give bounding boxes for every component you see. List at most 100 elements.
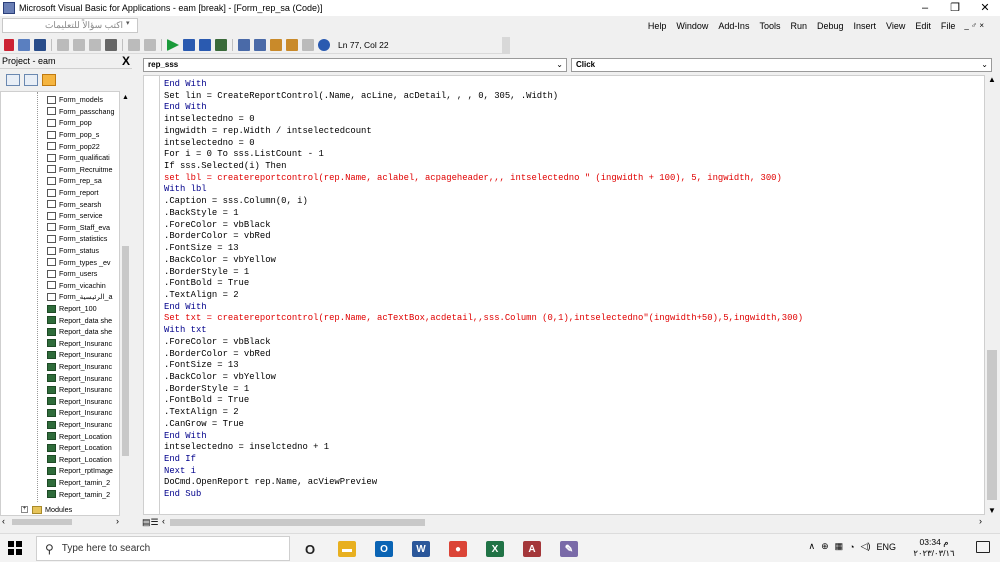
tree-item-form[interactable]: Form_الرئيسية_a [47, 291, 113, 303]
notification-icon[interactable] [976, 541, 990, 553]
tree-item-form[interactable]: Form_status [47, 245, 99, 257]
tree-folder-modules[interactable]: + Modules [21, 505, 72, 514]
file-explorer-taskbar-button[interactable]: ▬ [333, 538, 361, 560]
help-icon[interactable] [318, 39, 330, 51]
object-combo[interactable]: rep_sss ⌄ [143, 58, 567, 72]
copy-icon[interactable] [73, 39, 85, 51]
paste-icon[interactable] [89, 39, 101, 51]
reset-icon[interactable] [199, 39, 211, 51]
scroll-left-icon[interactable]: ‹ [2, 516, 5, 526]
menu-file[interactable]: File [936, 19, 961, 33]
tree-item-report[interactable]: Report_Location [47, 430, 112, 442]
undo-icon[interactable] [128, 39, 140, 51]
find-icon[interactable] [105, 39, 117, 51]
menu-debug[interactable]: Debug [812, 19, 849, 33]
volume-icon[interactable]: ◁) [861, 541, 871, 552]
break-icon[interactable] [183, 39, 195, 51]
scroll-up-icon[interactable]: ▲ [988, 75, 996, 84]
scrollbar-thumb[interactable] [170, 519, 425, 526]
project-tree-vertical-scrollbar[interactable]: ▲ [120, 91, 131, 516]
tree-item-form[interactable]: Form_Staff_eva [47, 222, 110, 234]
chevron-down-icon[interactable]: ⌄ [981, 59, 988, 71]
tree-item-report[interactable]: Report_Insuranc [47, 396, 112, 408]
tree-item-report[interactable]: Report_100 [47, 303, 97, 315]
chevron-down-icon[interactable]: ⌄ [556, 59, 563, 71]
scroll-right-icon[interactable]: › [116, 516, 119, 526]
tree-item-form[interactable]: Form_searsh [47, 198, 101, 210]
tree-item-form[interactable]: Form_users [47, 268, 97, 280]
ask-question-input[interactable]: اكتب سؤالاً للتعليمات [2, 18, 138, 33]
toolbar-options-icon[interactable] [302, 39, 314, 51]
toggle-folders-icon[interactable] [42, 74, 56, 86]
tree-item-form[interactable]: Form_report [47, 187, 99, 199]
view-access-icon[interactable] [4, 39, 14, 51]
tree-item-report[interactable]: Report_data she [47, 326, 112, 338]
tree-item-form[interactable]: Form_pop22 [47, 140, 100, 152]
menu-insert[interactable]: Insert [849, 19, 882, 33]
word-taskbar-button[interactable]: W [407, 538, 435, 560]
scrollbar-thumb[interactable] [122, 246, 129, 456]
object-browser-icon[interactable] [270, 39, 282, 51]
menu-tools[interactable]: Tools [754, 19, 785, 33]
code-editor[interactable]: End With Set lin = CreateReportControl(.N… [143, 75, 985, 515]
scroll-up-icon[interactable]: ▲ [122, 94, 129, 101]
tree-item-report[interactable]: Report_Insuranc [47, 361, 112, 373]
tree-item-report[interactable]: Report_Insuranc [47, 419, 112, 431]
tree-item-report[interactable]: Report_Location [47, 442, 112, 454]
language-indicator[interactable]: ENG [876, 542, 896, 552]
tree-item-report[interactable]: Report_tamin_2 [47, 477, 110, 489]
excel-taskbar-button[interactable]: X [481, 538, 509, 560]
network-icon[interactable]: ▦ [835, 541, 844, 552]
tree-item-report[interactable]: Report_tamin_2 [47, 488, 110, 500]
tree-item-report[interactable]: Report_Insuranc [47, 338, 112, 350]
tree-item-report[interactable]: Report_rptImage [47, 465, 113, 477]
view-object-icon[interactable] [24, 74, 38, 86]
tree-item-form[interactable]: Form_Recruitme [47, 164, 113, 176]
redo-icon[interactable] [144, 39, 156, 51]
wifi-icon[interactable]: ◔ [849, 542, 854, 552]
code-vertical-scrollbar[interactable]: ▲ ▼ [985, 75, 999, 515]
taskbar-clock[interactable]: 03:34 م ٢٠٢٣/٠٣/١٦ [904, 537, 964, 559]
close-button[interactable]: ✕ [970, 0, 1000, 16]
properties-window-icon[interactable] [254, 39, 266, 51]
menu-addins[interactable]: Add-Ins [713, 19, 754, 33]
code-horizontal-scrollbar[interactable]: ▤☰ ‹ › [140, 516, 1000, 529]
project-explorer-icon[interactable] [238, 39, 250, 51]
tree-item-form[interactable]: Form_pop [47, 117, 92, 129]
tree-item-report[interactable]: Report_Insuranc [47, 372, 112, 384]
paint-taskbar-button[interactable]: ✎ [555, 538, 583, 560]
menu-edit[interactable]: Edit [910, 19, 936, 33]
insert-userform-icon[interactable] [18, 39, 30, 51]
minimize-button[interactable]: – [910, 0, 940, 16]
tree-item-form[interactable]: Form_passchang [47, 106, 115, 118]
menu-help[interactable]: Help [643, 19, 672, 33]
task-view-taskbar-button[interactable]: O [296, 538, 324, 560]
menu-view[interactable]: View [881, 19, 910, 33]
tree-item-form[interactable]: Form_qualificati [47, 152, 110, 164]
tree-item-report[interactable]: Report_data she [47, 314, 112, 326]
scroll-down-icon[interactable]: ▼ [988, 506, 996, 515]
design-mode-icon[interactable] [215, 39, 227, 51]
procedure-view-toggle-icon[interactable]: ▤☰ [142, 517, 159, 528]
menu-window[interactable]: Window [671, 19, 713, 33]
scrollbar-thumb[interactable] [987, 350, 997, 500]
view-code-icon[interactable] [6, 74, 20, 86]
ask-dropdown-arrow-icon[interactable]: ▾ [126, 19, 130, 27]
scroll-left-icon[interactable]: ‹ [162, 516, 165, 526]
outlook-taskbar-button[interactable]: O [370, 538, 398, 560]
taskbar-search-box[interactable]: ⚲ Type here to search [36, 536, 290, 561]
procedure-combo[interactable]: Click ⌄ [571, 58, 992, 72]
tree-item-form[interactable]: Form_statistics [47, 233, 107, 245]
run-icon[interactable] [167, 39, 179, 51]
tree-item-form[interactable]: Form_types _ev [47, 256, 111, 268]
chrome-taskbar-button[interactable]: ● [444, 538, 472, 560]
access-taskbar-button[interactable]: A [518, 538, 546, 560]
toolbar-overflow-handle[interactable] [502, 37, 510, 54]
project-pane-close-button[interactable]: X [122, 54, 130, 68]
security-icon[interactable]: ⊕ [821, 541, 829, 552]
tree-item-report[interactable]: Report_Insuranc [47, 384, 112, 396]
restore-button[interactable]: ❐ [940, 0, 970, 16]
tree-item-form[interactable]: Form_pop_s [47, 129, 99, 141]
tree-item-form[interactable]: Form_rep_sa [47, 175, 102, 187]
tree-item-form[interactable]: Form_vicachin [47, 280, 106, 292]
